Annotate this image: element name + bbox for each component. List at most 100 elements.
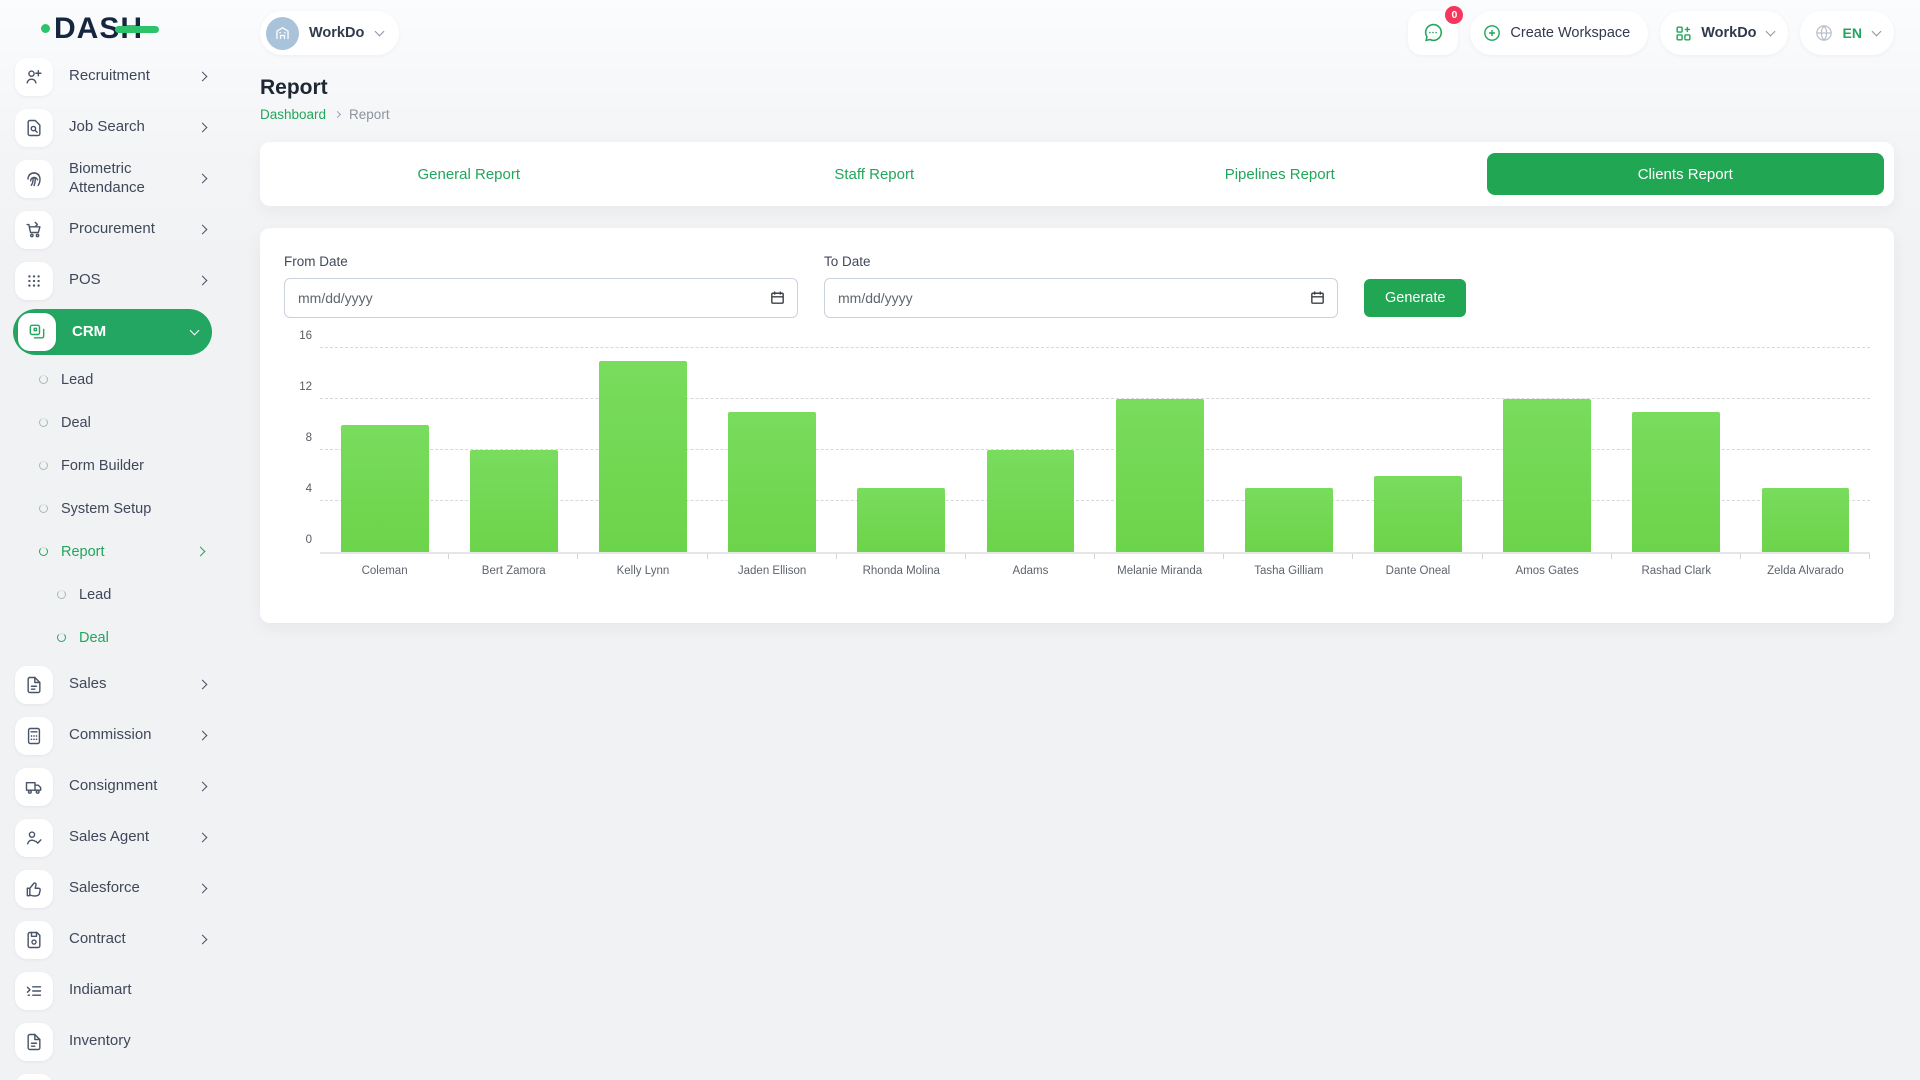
bullet-circle-icon [39,375,48,384]
sidebar-item-procurement[interactable]: Procurement [13,204,212,255]
building-avatar-icon [273,24,292,43]
thumbs-up-icon [24,879,44,899]
bar-chart-plot: 0481216 [320,348,1870,554]
bar-group-bert-zamora [449,348,578,552]
sidebar-subitem-label: Report [61,544,105,560]
create-workspace-button[interactable]: Create Workspace [1470,11,1648,55]
bullet-circle-icon [57,590,66,599]
sidebar-subitem-label: System Setup [61,501,151,517]
sidebar-item-recruitment[interactable]: Recruitment [13,51,212,102]
sidebar-item-job-search[interactable]: Job Search [13,102,212,153]
chevron-right-icon [198,123,208,133]
sidebar-item-label: Job Search [69,118,145,137]
sidebar-subitem-report[interactable]: Report [13,530,212,573]
bar [987,450,1075,552]
sidebar-item-label: Commission [69,726,152,745]
crm-icon [27,322,47,342]
y-axis-tick-label: 16 [284,330,312,342]
sidebar-item-indiamart[interactable]: Indiamart [13,965,212,1016]
sidebar: DASH Recruitment Job Search Biometric Atte… [0,0,222,1080]
sidebar-subitem-deal[interactable]: Deal [13,401,212,444]
page-title: Report [260,76,1894,100]
to-date-field: To Date [824,254,1338,318]
bar [1245,488,1333,552]
document-icon [24,675,44,695]
tab-clients-report[interactable]: Clients Report [1487,153,1885,195]
bullet-circle-icon [39,461,48,470]
grid-dots-icon [15,262,53,300]
messages-button[interactable]: 0 [1408,11,1458,55]
sidebar-subitem-label: Lead [79,587,111,603]
sidebar-item-inventory[interactable]: Inventory [13,1016,212,1067]
bullet-circle-icon [39,547,48,556]
main-area: WorkDo 0 Create Workspace WorkDo [222,0,1920,1080]
bar-group-rhonda-molina [837,348,966,552]
agent-check-icon [24,828,44,848]
contract-icon [24,930,44,950]
sidebar-subitem-deal[interactable]: Deal [13,616,212,659]
job-search-icon [15,109,53,147]
indiamart-icon [15,972,53,1010]
bar [341,425,429,553]
truck-icon [15,768,53,806]
bullet-circle-icon [57,633,66,642]
tab-general-report[interactable]: General Report [270,153,668,195]
indiamart-icon [24,981,44,1001]
sidebar-item-contract[interactable]: Contract [13,914,212,965]
chevron-down-icon [190,326,200,336]
topbar-right: 0 Create Workspace WorkDo EN [1408,11,1894,55]
x-axis-category-label: Kelly Lynn [578,565,707,577]
notification-badge: 0 [1445,6,1463,24]
sidebar-subitem-label: Form Builder [61,458,144,474]
x-axis-category-label: Zelda Alvarado [1741,565,1870,577]
sidebar-item-label: Procurement [69,220,155,239]
bullet-circle-icon [39,504,48,513]
tab-staff-report[interactable]: Staff Report [676,153,1074,195]
bar [1762,488,1850,552]
chevron-right-icon [198,276,208,286]
tab-pipelines-report[interactable]: Pipelines Report [1081,153,1479,195]
to-date-input[interactable] [824,278,1338,318]
sidebar-subitem-lead[interactable]: Lead [13,358,212,401]
sidebar-subitem-lead[interactable]: Lead [13,573,212,616]
from-date-wrap [284,278,798,318]
generate-button[interactable]: Generate [1364,279,1466,317]
app-root: DASH Recruitment Job Search Biometric Atte… [0,0,1920,1080]
sidebar-item-pos[interactable]: POS [13,255,212,306]
bar-group-rashad-clark [1612,348,1741,552]
bar-chart-xlabels: ColemanBert ZamoraKelly LynnJaden Elliso… [320,565,1870,577]
sidebar-item-crm[interactable]: CRM [13,309,212,355]
sidebar-subitem-form-builder[interactable]: Form Builder [13,444,212,487]
sidebar-item-label: Consignment [69,777,157,796]
create-workspace-label: Create Workspace [1510,25,1630,41]
x-axis-category-label: Dante Oneal [1353,565,1482,577]
dash-logo[interactable]: DASH [54,12,143,46]
logo-green-bar [115,26,159,33]
chevron-right-icon [198,731,208,741]
breadcrumb: Dashboard Report [260,107,1894,122]
from-date-input[interactable] [284,278,798,318]
chevron-down-icon [375,27,385,37]
x-axis-category-label: Bert Zamora [449,565,578,577]
sidebar-item-salesforce[interactable]: Salesforce [13,863,212,914]
sidebar-item-sales[interactable]: Sales [13,659,212,710]
chevron-down-icon [1765,27,1775,37]
agent-check-icon [15,819,53,857]
workspace-menu-label: WorkDo [1701,25,1756,41]
logo-area: DASH [0,0,222,58]
sidebar-subitem-system-setup[interactable]: System Setup [13,487,212,530]
breadcrumb-dashboard-link[interactable]: Dashboard [260,107,326,122]
workspace-switcher[interactable]: WorkDo [260,11,399,55]
language-selector[interactable]: EN [1800,11,1894,55]
fingerprint-icon [15,160,53,198]
workspace-menu-button[interactable]: WorkDo [1660,11,1787,55]
bar [1503,399,1591,552]
hidden-icon [15,1074,53,1080]
x-axis-category-label: Jaden Ellison [708,565,837,577]
fingerprint-icon [24,169,44,189]
sidebar-item-label: POS [69,271,101,290]
sidebar-item-consignment[interactable]: Consignment [13,761,212,812]
sidebar-item-commission[interactable]: Commission [13,710,212,761]
sidebar-item-sales-agent[interactable]: Sales Agent [13,812,212,863]
sidebar-item-biometric-attendance[interactable]: Biometric Attendance [13,153,212,204]
